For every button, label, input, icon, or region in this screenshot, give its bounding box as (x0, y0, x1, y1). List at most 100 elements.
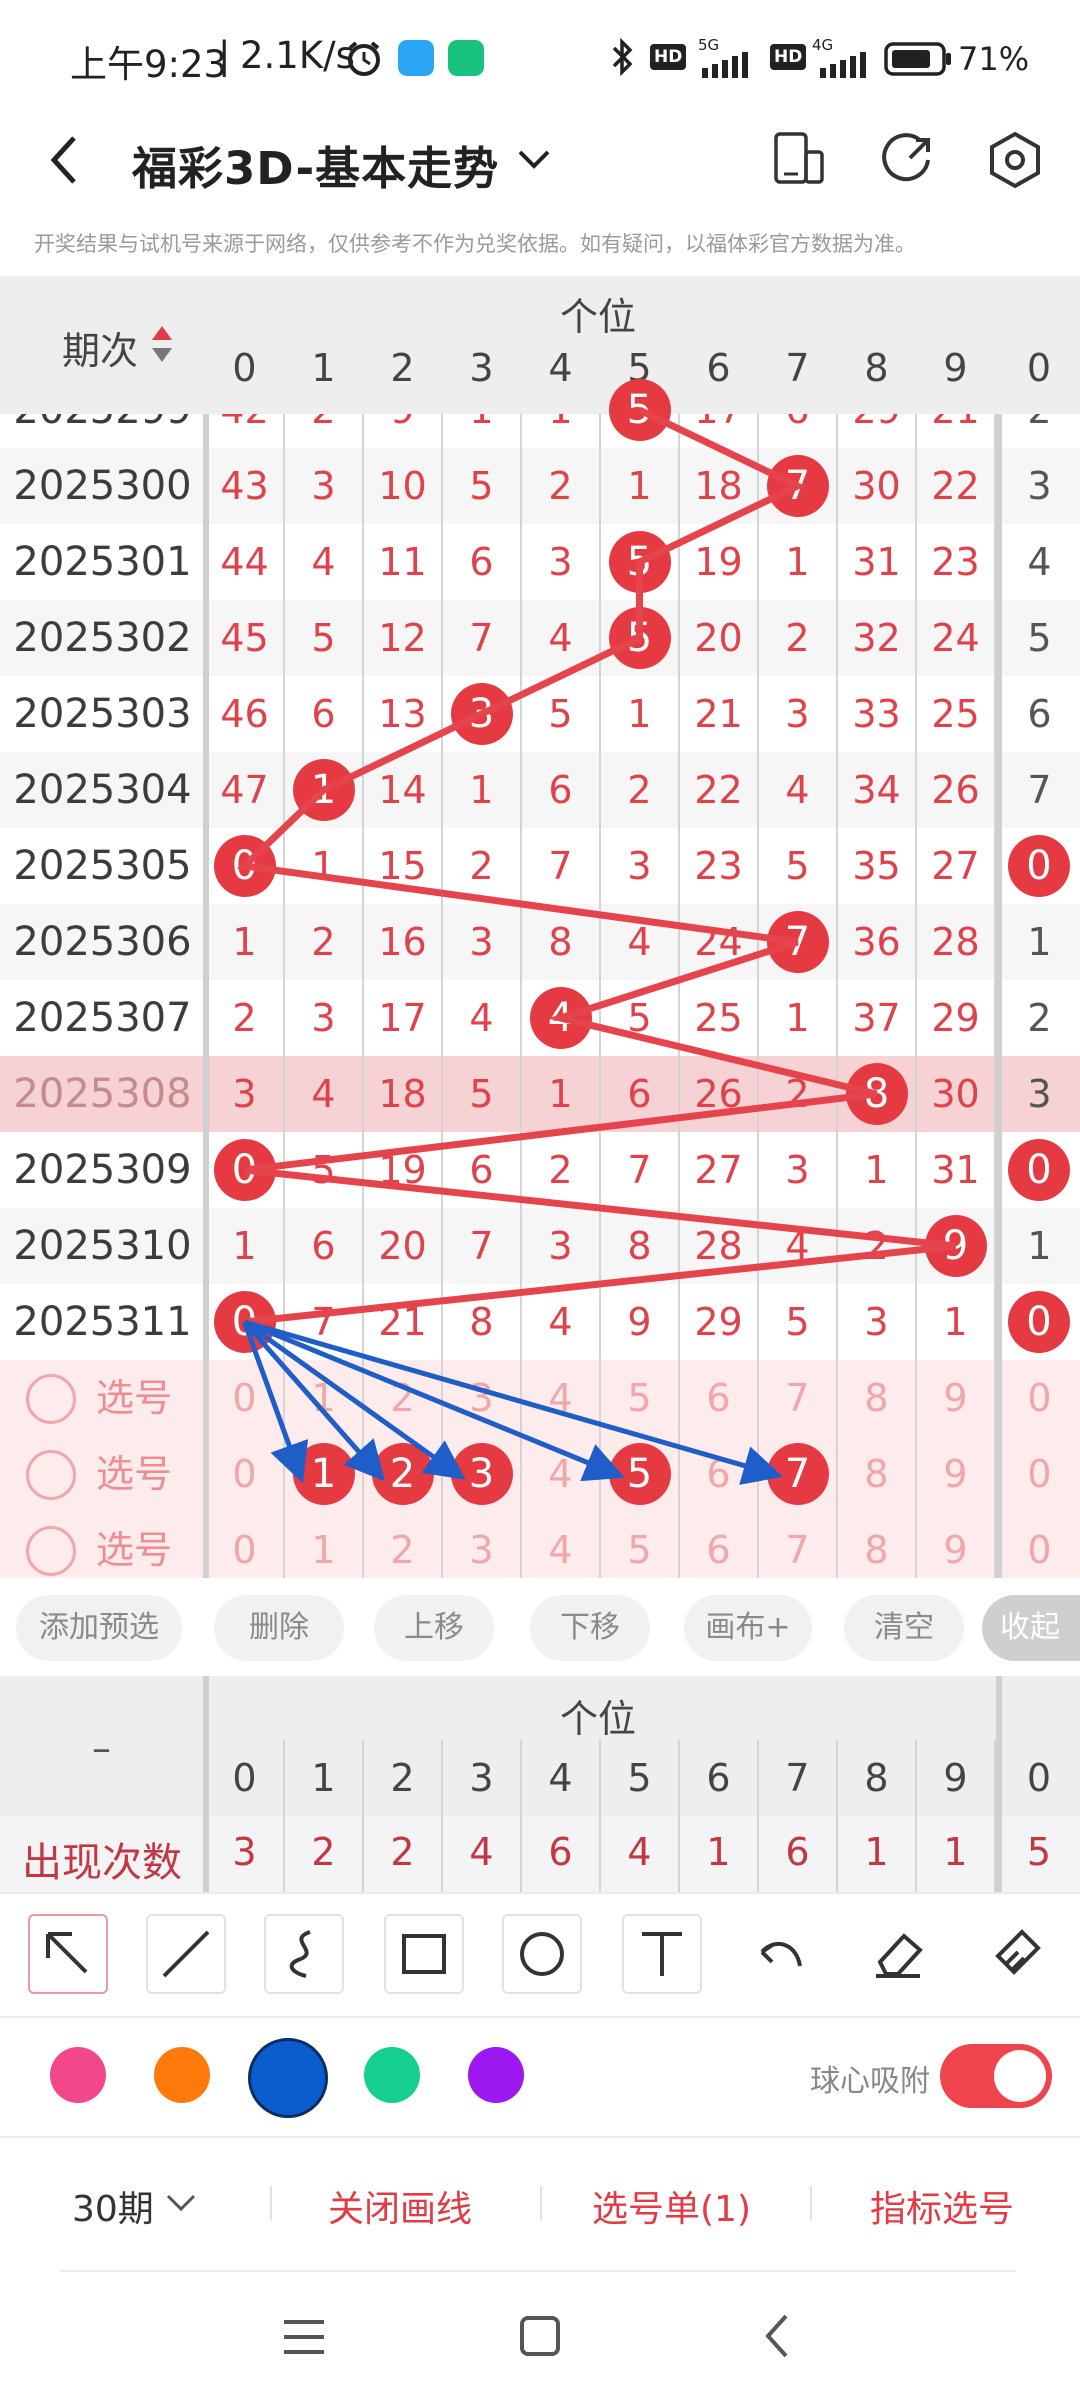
chevron-down-icon[interactable] (514, 142, 554, 178)
stats-grid-line (441, 1740, 443, 1892)
stats-digit-header: 8 (864, 1756, 889, 1800)
indicator-selection-button[interactable]: 指标选号 (870, 2180, 1014, 2232)
data-source-notice: 开奖结果与试机号来源于网络，仅供参考不作为兑奖依据。如有疑问，以福体彩官方数据为… (34, 232, 916, 256)
stats-grid-line (757, 1740, 759, 1892)
occurrence-count: 1 (864, 1830, 889, 1874)
drawn-arrow (242, 1321, 309, 1484)
curve-tool[interactable] (264, 1914, 344, 1994)
circle-icon (520, 1932, 564, 1976)
battery-percent: 71% (958, 40, 1030, 78)
action-pill-button[interactable]: 下移 (530, 1595, 650, 1661)
curve-icon (289, 1930, 311, 1978)
action-pill-button[interactable]: 上移 (374, 1595, 494, 1661)
drawn-arrow (242, 1320, 386, 1482)
occurrence-count: 6 (548, 1830, 573, 1874)
occurrence-count: 6 (785, 1830, 810, 1874)
signal-4g-icon (820, 52, 866, 78)
stats-digit-header: 5 (627, 1756, 652, 1800)
clear-brush-tool[interactable] (976, 1914, 1056, 1994)
selection-list-button[interactable]: 选号单(1) (592, 2180, 751, 2232)
color-swatch[interactable] (154, 2047, 210, 2103)
stats-group-header: 个位 (560, 1697, 637, 1741)
stats-digit-header: 2 (390, 1756, 415, 1800)
settings-hexagon-icon[interactable] (986, 130, 1044, 190)
menu-nav-icon[interactable] (280, 2316, 328, 2358)
rectangle-icon (402, 1934, 446, 1974)
home-nav-icon[interactable] (518, 2314, 562, 2358)
stats-digit-header: 6 (706, 1756, 731, 1800)
occurrence-count: 2 (390, 1830, 415, 1874)
occurrence-count: 3 (232, 1830, 257, 1874)
line-tool[interactable] (146, 1914, 226, 1994)
status-speed: 2.1K/s (240, 34, 355, 77)
color-swatch[interactable] (248, 2038, 328, 2118)
trend-table: 2025299422911176292122025300433105211830… (0, 276, 1080, 1578)
period-selector[interactable]: 30期 (72, 2180, 154, 2232)
app-notification-icon (398, 40, 434, 76)
eraser-tool[interactable] (858, 1914, 938, 1994)
stats-digit-header: 4 (548, 1756, 573, 1800)
alarm-icon (348, 41, 380, 76)
stats-digit-header: 0 (232, 1756, 257, 1800)
arrow-tool[interactable] (28, 1914, 108, 1994)
stats-separator (203, 1676, 209, 1892)
stats-grid-line (362, 1740, 364, 1892)
close-lines-button[interactable]: 关闭画线 (328, 2180, 472, 2232)
phone-layout-icon[interactable] (772, 128, 826, 192)
stats-extra-header: 0 (1026, 1756, 1052, 1800)
stats-separator (996, 1676, 1002, 1892)
text-icon (642, 1932, 682, 1976)
hd-badge-2: HD (770, 44, 807, 70)
stats-digit-header: 1 (311, 1756, 336, 1800)
stats-grid-line (520, 1740, 522, 1892)
status-bar: 上午9:23 | 2.1K/s HD 5G HD 4G 71% (0, 0, 1080, 110)
stats-digit-header: 7 (785, 1756, 810, 1800)
drawn-arrow (243, 1319, 625, 1482)
snap-toggle[interactable] (940, 2044, 1052, 2108)
hd-badge-1: HD (650, 44, 687, 70)
stats-grid-line (283, 1740, 285, 1892)
occurrence-count-label: 出现次数 (22, 1840, 182, 1886)
extra-occurrence-count: 5 (1026, 1830, 1052, 1874)
collapse-button[interactable]: 收起 (982, 1595, 1080, 1661)
color-swatch[interactable] (50, 2047, 106, 2103)
share-icon[interactable] (880, 130, 936, 190)
occurrence-count: 4 (627, 1830, 652, 1874)
action-pill-button[interactable]: 清空 (844, 1595, 964, 1661)
title-bar: 福彩3D-基本走势 (0, 110, 1080, 220)
status-divider: | (218, 34, 231, 77)
clear-brush-icon (995, 1929, 1041, 1975)
action-pill-button[interactable]: 删除 (214, 1595, 344, 1661)
undo-tool[interactable] (740, 1914, 820, 1994)
arrow-icon (46, 1932, 88, 1974)
action-pill-button[interactable]: 添加预选 (16, 1595, 182, 1661)
occurrence-count: 1 (706, 1830, 731, 1874)
period-chevron-icon[interactable] (164, 2190, 198, 2216)
bluetooth-icon (612, 37, 633, 77)
page-title[interactable]: 福彩3D-基本走势 (132, 132, 499, 197)
stats-grid-line (836, 1740, 838, 1892)
stats-dash: – (92, 1726, 111, 1770)
stats-header: – 个位 0 1 2 3 4 5 6 7 8 9 0 (0, 1676, 1080, 1816)
occurrence-count: 4 (469, 1830, 494, 1874)
stats-grid-line (599, 1740, 601, 1892)
circle-tool[interactable] (502, 1914, 582, 1994)
status-time: 上午9:23 (70, 43, 228, 86)
occurrence-count: 1 (943, 1830, 968, 1874)
signal-5g-icon (702, 52, 748, 78)
drawn-arrow (243, 1319, 784, 1485)
stats-digit-header: 3 (469, 1756, 494, 1800)
back-arrow-icon[interactable] (44, 130, 84, 190)
divider (270, 2186, 272, 2220)
trend-line (236, 406, 956, 1326)
color-swatch[interactable] (468, 2047, 524, 2103)
text-tool[interactable] (622, 1914, 702, 1994)
action-pill-button[interactable]: 画布+ (684, 1595, 812, 1661)
divider (810, 2186, 812, 2220)
snap-label: 球心吸附 (810, 2064, 930, 2099)
rectangle-tool[interactable] (384, 1914, 464, 1994)
trend-lines (236, 406, 956, 1485)
color-swatch[interactable] (364, 2047, 420, 2103)
back-nav-icon[interactable] (760, 2312, 796, 2360)
occurrence-count: 2 (311, 1830, 336, 1874)
